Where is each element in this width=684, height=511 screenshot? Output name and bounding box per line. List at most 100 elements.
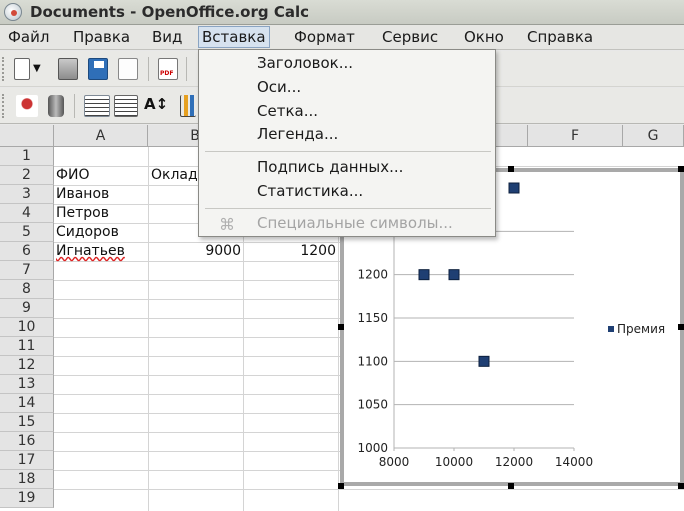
legend-toggle-icon[interactable] xyxy=(114,95,138,117)
chart-wall-icon[interactable] xyxy=(48,95,64,117)
row-header-11[interactable]: 11 xyxy=(0,337,54,356)
row-header-16[interactable]: 16 xyxy=(0,432,54,451)
menu-item-statistics[interactable]: Статистика... xyxy=(199,181,495,203)
menu-separator xyxy=(205,208,491,209)
menu-insert[interactable]: Вставка xyxy=(198,26,270,48)
row-header-18[interactable]: 18 xyxy=(0,470,54,489)
cell-a2[interactable]: ФИО xyxy=(56,166,90,185)
cell-a3[interactable]: Иванов xyxy=(56,185,109,204)
grid-line xyxy=(54,489,684,490)
toolbar-separator xyxy=(186,57,187,81)
menu-item-label: Статистика... xyxy=(257,182,364,200)
toolbar-separator xyxy=(148,57,149,81)
x-tick-label: 14000 xyxy=(555,455,593,469)
y-tick-label: 1000 xyxy=(357,441,388,455)
menu-item-axes[interactable]: Оси... xyxy=(199,77,495,99)
y-tick-label: 1200 xyxy=(357,268,388,282)
grid-line xyxy=(148,147,149,511)
row-header-3[interactable]: 3 xyxy=(0,185,54,204)
row-header-4[interactable]: 4 xyxy=(0,204,54,223)
column-header-a[interactable]: A xyxy=(54,125,148,147)
cell-a5[interactable]: Сидоров xyxy=(56,223,119,242)
cell-b6[interactable]: 9000 xyxy=(150,242,241,261)
window-title: Documents - OpenOffice.org Calc xyxy=(30,3,309,21)
row-header-12[interactable]: 12 xyxy=(0,356,54,375)
menu-separator xyxy=(205,151,491,152)
y-tick-label: 1100 xyxy=(357,354,388,368)
x-tick-label: 12000 xyxy=(495,455,533,469)
data-point xyxy=(478,355,490,367)
open-folder-icon[interactable] xyxy=(58,58,78,80)
export-pdf-icon[interactable] xyxy=(158,58,178,80)
data-point xyxy=(418,269,430,281)
menu-tools[interactable]: Сервис xyxy=(379,28,441,48)
chart-type-icon[interactable] xyxy=(180,95,196,117)
column-header-g[interactable]: G xyxy=(623,125,684,147)
menu-item-legend[interactable]: Легенда... xyxy=(199,124,495,146)
menu-item-grid[interactable]: Сетка... xyxy=(199,101,495,123)
chart-resize-handle[interactable] xyxy=(338,483,344,489)
legend-marker xyxy=(608,326,614,332)
chart-resize-handle[interactable] xyxy=(508,483,514,489)
row-header-7[interactable]: 7 xyxy=(0,261,54,280)
row-header-5[interactable]: 5 xyxy=(0,223,54,242)
menu-file[interactable]: Файл xyxy=(5,28,52,48)
menu-item-title[interactable]: Заголовок... xyxy=(199,53,495,75)
menu-item-label: Подпись данных... xyxy=(257,158,404,176)
menu-view[interactable]: Вид xyxy=(149,28,185,48)
menu-item-data-labels[interactable]: Подпись данных... xyxy=(199,157,495,179)
menu-edit[interactable]: Правка xyxy=(70,28,133,48)
toolbar-grip[interactable] xyxy=(2,94,6,118)
row-header-13[interactable]: 13 xyxy=(0,375,54,394)
menu-item-label: Оси... xyxy=(257,78,302,96)
row-header-6[interactable]: 6 xyxy=(0,242,54,261)
menu-format[interactable]: Формат xyxy=(291,28,358,48)
new-dropdown-arrow-icon[interactable]: ▼ xyxy=(33,63,43,85)
toolbar-grip[interactable] xyxy=(2,57,6,81)
menu-bar: Файл Правка Вид Вставка Формат Сервис Ок… xyxy=(0,25,684,50)
toolbar-separator xyxy=(74,94,75,118)
menu-item-special-characters[interactable]: ⌘ Специальные символы... xyxy=(199,213,495,235)
row-header-17[interactable]: 17 xyxy=(0,451,54,470)
x-tick-label: 10000 xyxy=(435,455,473,469)
menu-item-label: Легенда... xyxy=(257,125,339,143)
y-tick-label: 1150 xyxy=(357,311,388,325)
chart-resize-handle[interactable] xyxy=(678,166,684,172)
menu-item-label: Заголовок... xyxy=(257,54,354,72)
menu-window[interactable]: Окно xyxy=(461,28,507,48)
row-header-15[interactable]: 15 xyxy=(0,413,54,432)
save-icon[interactable] xyxy=(88,58,108,80)
email-icon[interactable] xyxy=(118,58,138,80)
row-header-2[interactable]: 2 xyxy=(0,166,54,185)
app-icon xyxy=(4,3,22,21)
format-selection-icon[interactable] xyxy=(16,95,38,117)
title-bar: Documents - OpenOffice.org Calc xyxy=(0,0,684,25)
row-header-8[interactable]: 8 xyxy=(0,280,54,299)
chart-resize-handle[interactable] xyxy=(338,324,344,330)
row-header-1[interactable]: 1 xyxy=(0,147,54,166)
command-icon: ⌘ xyxy=(219,215,235,234)
scale-text-icon[interactable]: A↕ xyxy=(144,95,170,117)
row-header-19[interactable]: 19 xyxy=(0,489,54,508)
row-header-10[interactable]: 10 xyxy=(0,318,54,337)
select-all-corner[interactable] xyxy=(0,125,54,147)
legend-label: Премия xyxy=(617,322,665,336)
column-header-f[interactable]: F xyxy=(528,125,623,147)
cell-a6[interactable]: Игнатьев xyxy=(56,242,125,261)
menu-help[interactable]: Справка xyxy=(524,28,596,48)
cell-c6[interactable]: 1200 xyxy=(245,242,336,261)
x-tick-label: 8000 xyxy=(379,455,410,469)
data-point xyxy=(508,182,520,194)
menu-item-label: Специальные символы... xyxy=(257,214,453,232)
chart-resize-handle[interactable] xyxy=(678,483,684,489)
row-header-9[interactable]: 9 xyxy=(0,299,54,318)
row-header-14[interactable]: 14 xyxy=(0,394,54,413)
data-point xyxy=(448,269,460,281)
cell-b2[interactable]: Оклад xyxy=(151,166,198,185)
cell-a4[interactable]: Петров xyxy=(56,204,109,223)
chart-resize-handle[interactable] xyxy=(678,324,684,330)
horizontal-grid-icon[interactable] xyxy=(84,95,110,117)
chart-resize-handle[interactable] xyxy=(508,166,514,172)
new-document-icon[interactable] xyxy=(14,58,30,80)
y-tick-label: 1050 xyxy=(357,398,388,412)
